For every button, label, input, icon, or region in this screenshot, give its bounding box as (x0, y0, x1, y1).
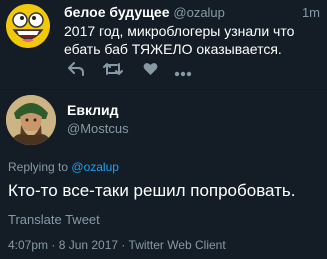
replying-to: Replying to @ozalup (8, 160, 119, 174)
tweet-meta: 4:07pm · 8 Jun 2017 · Twitter Web Client (8, 238, 226, 252)
more-icon[interactable] (174, 64, 192, 82)
translate-tweet-link[interactable]: Translate Tweet (8, 212, 100, 227)
replying-label: Replying to (8, 160, 69, 174)
tweet-text: Кто-то все-таки решил попробовать. (8, 181, 296, 200)
monk-portrait-icon (6, 95, 56, 145)
tweet-timestamp[interactable]: 1m (302, 5, 320, 20)
avatar-troll[interactable] (6, 4, 50, 48)
tweet-text: 2017 год, микроблогеры узнали что ебать … (64, 23, 295, 57)
replying-handle-link[interactable]: @ozalup (71, 160, 119, 174)
divider (0, 89, 327, 90)
avatar-user[interactable] (6, 95, 56, 145)
display-name[interactable]: белое будущее (64, 4, 170, 20)
troll-face-icon (6, 4, 50, 48)
reply-tweet-header: белое будущее @ozalup (64, 4, 225, 20)
like-icon[interactable] (143, 62, 158, 81)
reply-icon[interactable] (68, 62, 84, 81)
user-handle[interactable]: @Mostcus (67, 121, 129, 136)
display-name[interactable]: Евклид (67, 102, 119, 118)
user-handle[interactable]: @ozalup (173, 5, 225, 20)
retweet-icon[interactable] (103, 62, 123, 81)
